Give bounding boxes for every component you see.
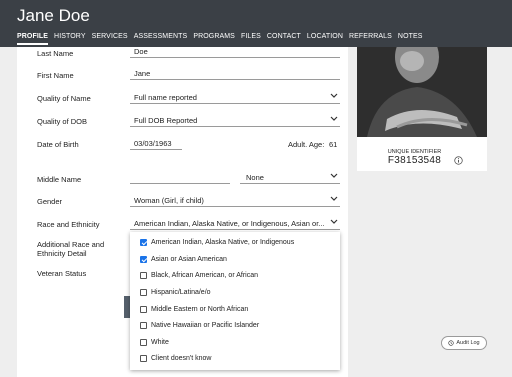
tab-history[interactable]: HISTORY — [54, 33, 86, 45]
race-label: Race and Ethnicity — [37, 220, 100, 229]
race-option-native-hawaiian[interactable]: Native Hawaiian or Pacific Islander — [140, 319, 259, 331]
race-option-american-indian[interactable]: American Indian, Alaska Native, or Indig… — [140, 236, 294, 248]
dob-field[interactable]: 03/03/1963 — [130, 136, 182, 150]
race-option-asian[interactable]: Asian or Asian American — [140, 253, 227, 265]
audit-log-label: Audit Log — [456, 340, 480, 346]
client-photo — [357, 47, 487, 137]
tab-profile[interactable]: PROFILE — [17, 33, 49, 45]
checkbox-unchecked[interactable] — [140, 288, 147, 296]
race-value: American Indian, Alaska Native, or Indig… — [134, 219, 325, 228]
dob-label: Date of Birth — [37, 140, 79, 149]
tab-services[interactable]: SERVICES — [92, 33, 128, 45]
gender-label: Gender — [37, 197, 63, 206]
dob-value: 03/03/1963 — [134, 139, 172, 148]
checkbox-unchecked[interactable] — [140, 305, 147, 313]
chevron-down-icon — [330, 93, 338, 98]
quality-of-name-label: Quality of Name — [37, 94, 91, 103]
checkbox-unchecked[interactable] — [140, 338, 147, 346]
chevron-down-icon — [330, 116, 338, 121]
quality-of-dob-label: Quality of DOB — [37, 117, 88, 126]
age-value: 61 — [329, 140, 338, 149]
additional-race-label: Additional Race and Ethnicity Detail — [37, 240, 105, 258]
quality-of-name-select[interactable]: Full name reported — [130, 90, 340, 104]
race-options-menu: American Indian, Alaska Native, or Indig… — [130, 232, 340, 370]
first-name-label: First Name — [37, 71, 74, 80]
client-photo-image — [357, 47, 487, 137]
client-name-title: Jane Doe — [17, 6, 90, 25]
race-option-middle-eastern[interactable]: Middle Eastern or North African — [140, 303, 248, 315]
name-suffix-select[interactable]: None — [240, 170, 340, 184]
last-name-value: Doe — [134, 47, 148, 56]
profile-card: UNIQUE IDENTIFIER F38153548 — [357, 47, 487, 171]
chevron-down-icon — [330, 219, 338, 224]
quality-of-dob-value: Full DOB Reported — [134, 116, 198, 125]
app-header: Jane Doe PROFILE HISTORY SERVICES ASSESS… — [0, 0, 512, 47]
name-suffix-value: None — [246, 173, 264, 182]
info-icon[interactable] — [454, 156, 463, 165]
gender-select[interactable]: Woman (Girl, if child) — [130, 193, 340, 207]
veteran-status-label: Veteran Status — [37, 269, 87, 278]
history-icon — [448, 340, 454, 346]
age-label: Adult. Age: — [288, 140, 325, 149]
race-option-black[interactable]: Black, African American, or African — [140, 269, 258, 281]
race-option-hispanic[interactable]: Hispanic/Latina/e/o — [140, 286, 211, 298]
race-option-client-doesnt-know[interactable]: Client doesn't know — [140, 352, 211, 364]
chevron-down-icon — [330, 196, 338, 201]
quality-of-dob-select[interactable]: Full DOB Reported — [130, 113, 340, 127]
checkbox-unchecked[interactable] — [140, 354, 147, 362]
tab-referrals[interactable]: REFERRALS — [349, 33, 392, 45]
gender-value: Woman (Girl, if child) — [134, 196, 204, 205]
race-select[interactable]: American Indian, Alaska Native, or Indig… — [130, 216, 340, 230]
middle-name-field[interactable] — [130, 170, 230, 184]
middle-name-label: Middle Name — [37, 175, 82, 184]
tab-notes[interactable]: NOTES — [398, 33, 423, 45]
checkbox-checked[interactable] — [140, 255, 147, 263]
last-name-label: Last Name — [37, 49, 74, 58]
quality-of-name-value: Full name reported — [134, 93, 197, 102]
first-name-value: Jane — [134, 69, 151, 78]
last-name-field[interactable]: Doe — [130, 44, 340, 58]
race-option-white[interactable]: White — [140, 336, 169, 348]
audit-log-button[interactable]: Audit Log — [441, 336, 487, 350]
chevron-down-icon — [330, 173, 338, 178]
checkbox-unchecked[interactable] — [140, 321, 147, 329]
checkbox-checked[interactable] — [140, 238, 147, 246]
first-name-field[interactable]: Jane — [130, 66, 340, 80]
checkbox-unchecked[interactable] — [140, 271, 147, 279]
